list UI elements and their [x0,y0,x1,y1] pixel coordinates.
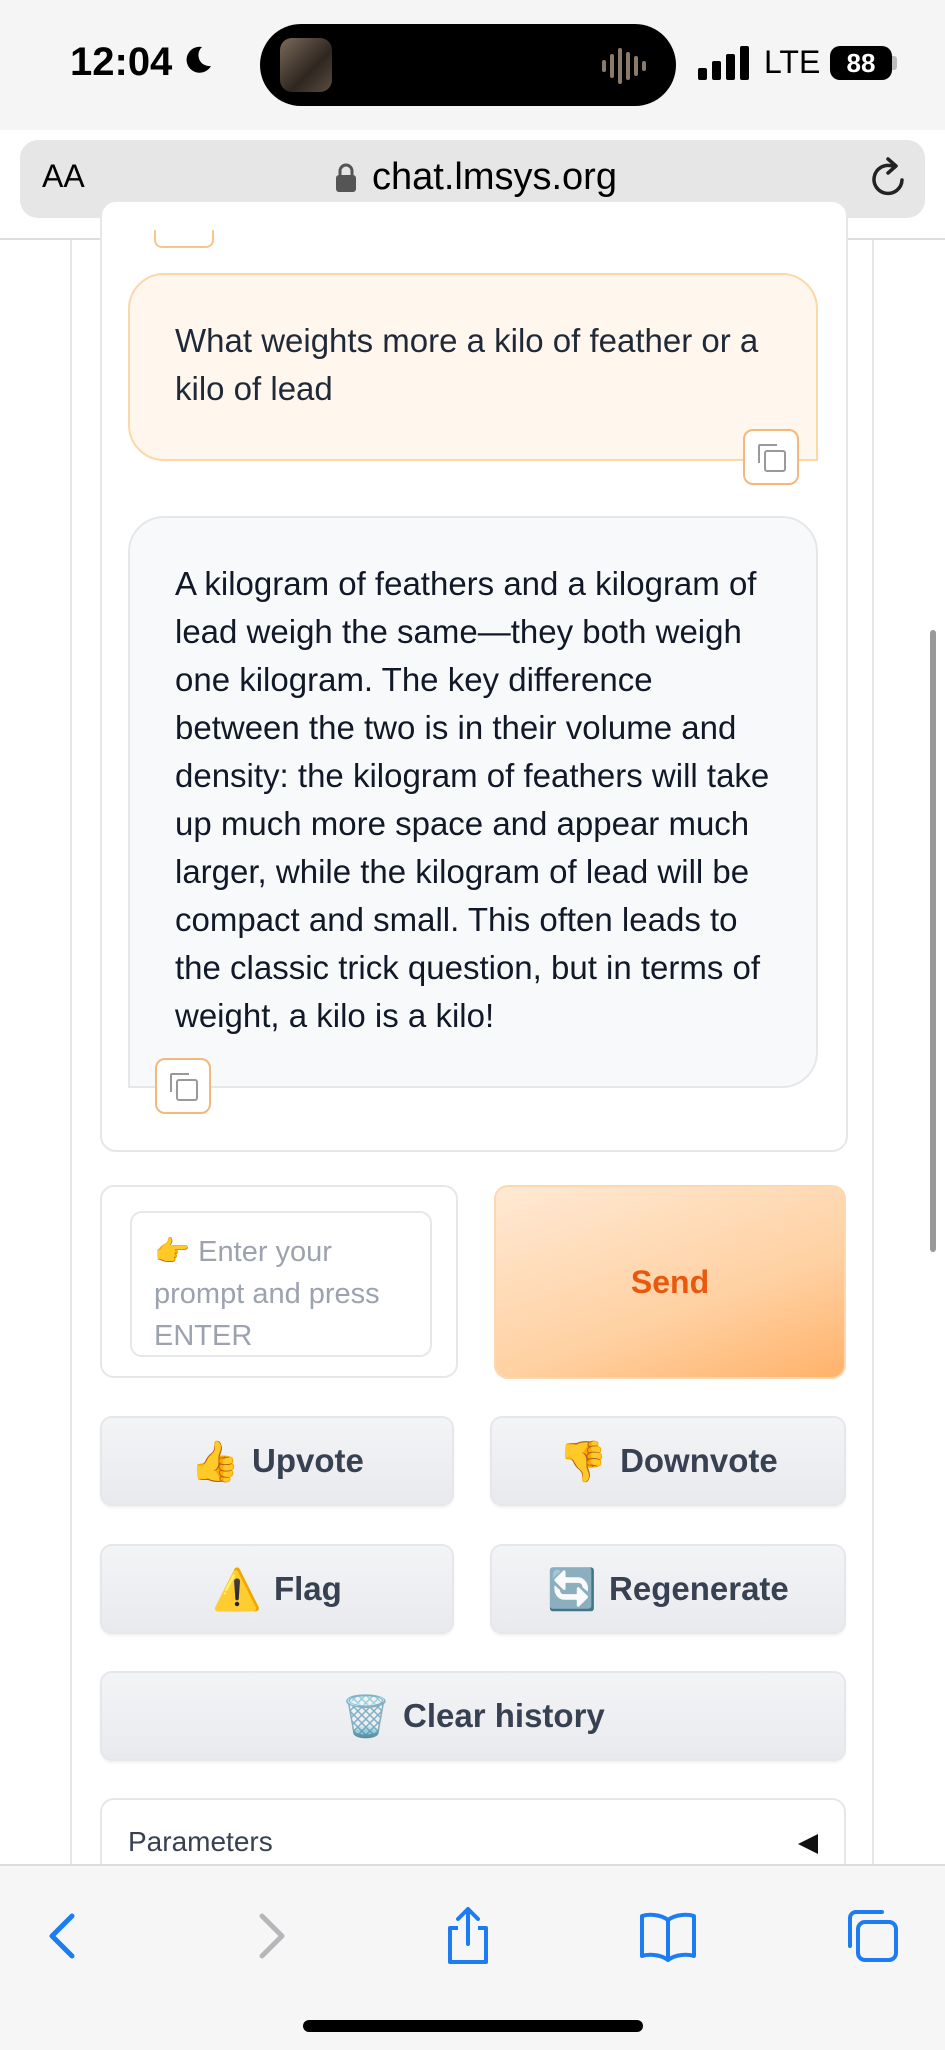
prompt-card: 👉 Enter your prompt and press ENTER [100,1185,458,1378]
flag-button[interactable]: ⚠️ Flag [100,1544,454,1634]
copy-button-assistant[interactable] [155,1058,211,1114]
tabs-icon[interactable] [840,1904,904,1968]
regenerate-label: Regenerate [609,1570,789,1607]
parameters-label: Parameters [128,1826,273,1857]
copy-icon [170,1073,198,1101]
user-message: What weights more a kilo of feather or a… [128,273,818,461]
clear-history-button[interactable]: 🗑️ Clear history [100,1671,846,1761]
flag-label: Flag [273,1570,342,1607]
refresh-icon: 🔄 [547,1567,598,1612]
signal-icon [698,46,749,80]
scrollbar[interactable] [930,630,936,1252]
bookmarks-icon[interactable] [636,1904,700,1968]
clear-history-label: Clear history [403,1697,605,1734]
copy-button-previous[interactable] [154,230,214,248]
dynamic-island [260,24,676,106]
battery-icon: 88 [830,46,892,80]
url-text[interactable]: chat.lmsys.org [372,156,617,199]
upvote-label: Upvote [251,1442,364,1479]
share-icon[interactable] [436,1904,500,1968]
copy-icon [758,444,786,472]
thumbs-up-icon: 👍 [190,1439,240,1484]
reload-icon[interactable] [868,156,910,200]
lock-icon [336,163,356,192]
network-type: LTE [764,44,821,80]
now-playing-artwork [280,38,332,92]
forward-icon[interactable] [238,1904,302,1968]
battery-tip [892,56,897,70]
moon-icon [186,46,211,73]
text-size-button[interactable]: AA [42,158,85,195]
trash-icon: 🗑️ [341,1694,392,1739]
assistant-message: A kilogram of feathers and a kilogram of… [128,516,818,1088]
page-border-left [70,240,72,1865]
upvote-button[interactable]: 👍 Upvote [100,1416,454,1506]
home-indicator [303,2020,643,2032]
clock: 12:04 [70,40,173,84]
thumbs-down-icon: 👎 [558,1439,609,1484]
browser-toolbar [0,1864,945,2050]
back-icon[interactable] [32,1904,96,1968]
page-border-right [872,240,874,1865]
send-button[interactable]: Send [494,1185,846,1379]
prompt-input[interactable]: 👉 Enter your prompt and press ENTER [130,1211,432,1357]
regenerate-button[interactable]: 🔄 Regenerate [490,1544,846,1634]
waveform-icon [602,48,646,84]
collapse-arrow-icon [798,1834,818,1854]
copy-button-user[interactable] [743,429,799,485]
status-bar: 12:04 LTE 88 [0,0,945,130]
downvote-label: Downvote [620,1442,778,1479]
downvote-button[interactable]: 👎 Downvote [490,1416,846,1506]
warning-icon: ⚠️ [212,1567,262,1612]
